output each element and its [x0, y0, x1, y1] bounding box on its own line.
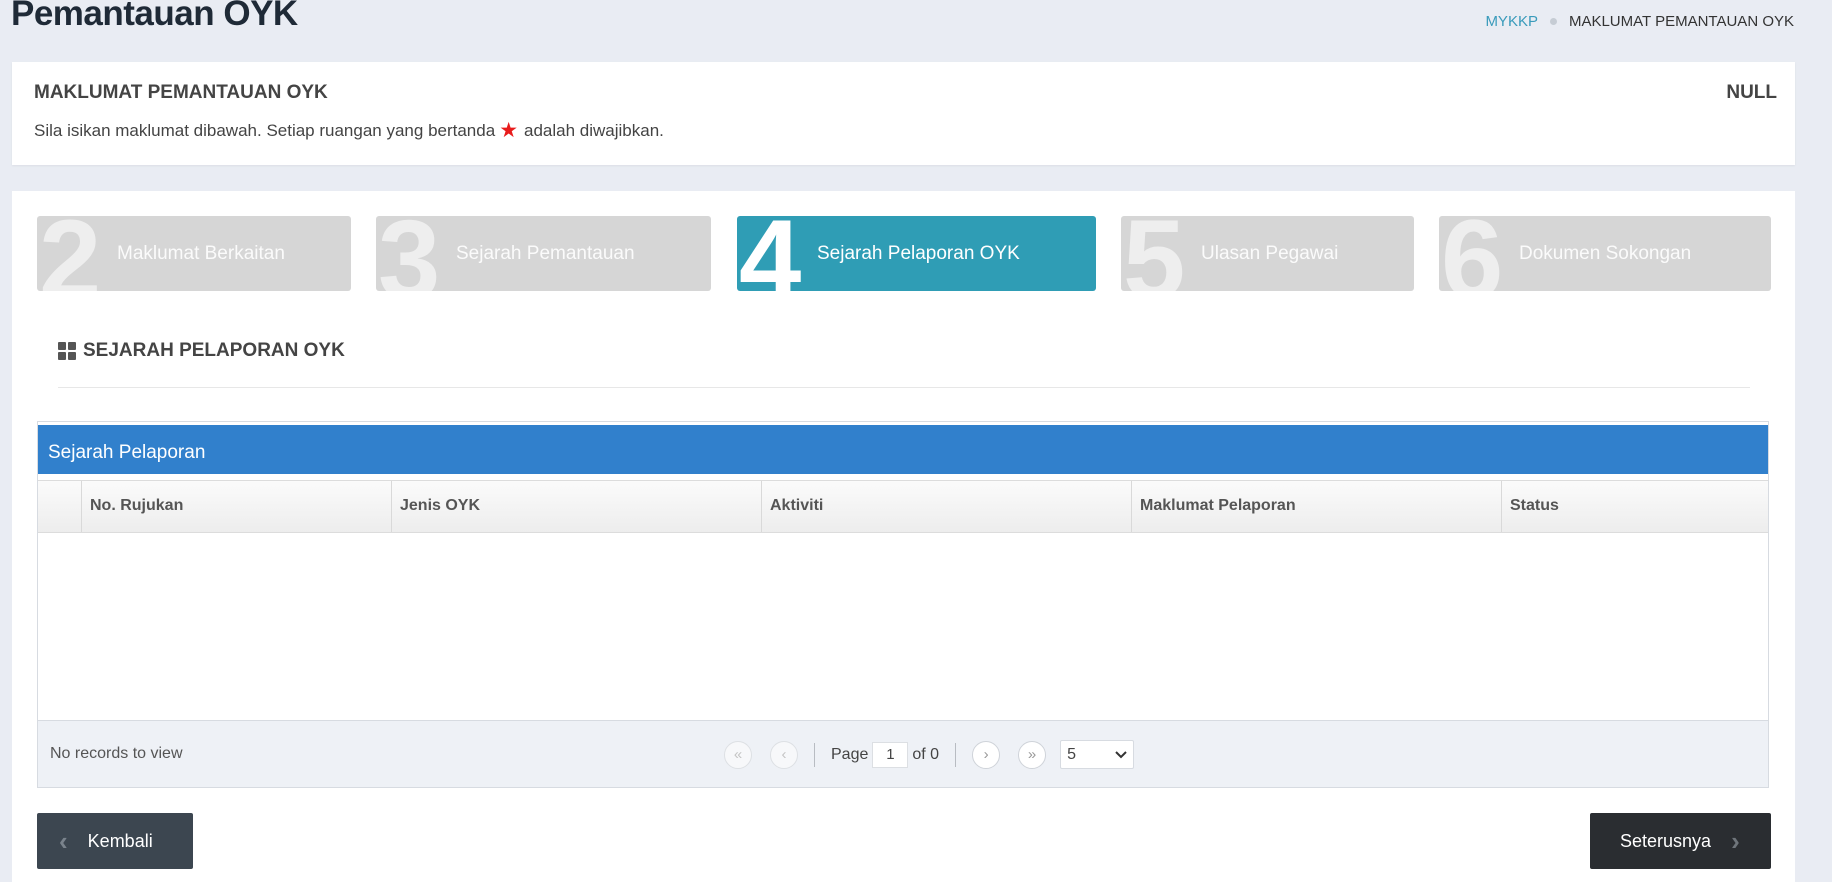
prev-page-icon[interactable]: ‹ — [770, 740, 798, 769]
column-header-aktiviti[interactable]: Aktiviti — [762, 481, 1132, 532]
step-maklumat-berkaitan[interactable]: 2 Maklumat Berkaitan — [37, 216, 351, 291]
pager: « ‹ Page of 0 › » 5 — [724, 739, 1135, 770]
info-description-text: Sila isikan maklumat dibawah. Setiap rua… — [34, 120, 496, 140]
step-number: 2 — [39, 216, 102, 291]
breadcrumb-home-link[interactable]: MYKKP — [1485, 13, 1538, 30]
grid-icon — [58, 342, 76, 360]
grid-caption: Sejarah Pelaporan — [38, 425, 1768, 474]
page-number-input[interactable] — [872, 741, 909, 768]
info-card: MAKLUMAT PEMANTAUAN OYK NULL Sila isikan… — [12, 62, 1795, 165]
records-info: No records to view — [50, 745, 183, 762]
step-number: 4 — [739, 216, 802, 291]
step-label: Sejarah Pemantauan — [456, 243, 635, 264]
step-number: 5 — [1123, 216, 1186, 291]
page-total-label: of 0 — [912, 745, 940, 763]
back-button[interactable]: ‹ Kembali — [37, 813, 193, 869]
report-history-grid: Sejarah Pelaporan No. Rujukan Jenis OYK … — [37, 421, 1769, 788]
page-size-value: 5 — [1067, 745, 1076, 763]
next-button-label: Seterusnya — [1620, 830, 1712, 851]
breadcrumb: MYKKP MAKLUMAT PEMANTAUAN OYK — [1485, 13, 1794, 30]
page-title: Pemantauan OYK — [11, 0, 298, 33]
breadcrumb-current: MAKLUMAT PEMANTAUAN OYK — [1568, 13, 1794, 30]
first-page-icon[interactable]: « — [724, 740, 752, 769]
last-page-icon[interactable]: » — [1018, 740, 1047, 769]
page-size-select[interactable]: 5 — [1060, 740, 1135, 769]
required-star-icon: ★ — [499, 119, 519, 142]
step-label: Ulasan Pegawai — [1201, 243, 1339, 264]
grid-header: No. Rujukan Jenis OYK Aktiviti Maklumat … — [38, 480, 1768, 533]
page-label: Page — [831, 745, 869, 763]
column-header-maklumat-pelaporan[interactable]: Maklumat Pelaporan — [1132, 481, 1502, 532]
step-dokumen-sokongan[interactable]: 6 Dokumen Sokongan — [1439, 216, 1771, 291]
info-description-suffix: adalah diwajibkan. — [524, 120, 664, 140]
pager-separator — [814, 742, 815, 767]
chevron-left-icon: ‹ — [59, 825, 68, 856]
chevron-right-icon: › — [1731, 825, 1740, 856]
step-label: Dokumen Sokongan — [1519, 243, 1692, 264]
pager-separator — [955, 742, 957, 767]
info-status: NULL — [1726, 82, 1777, 103]
column-header-status[interactable]: Status — [1502, 481, 1768, 532]
step-label: Sejarah Pelaporan OYK — [817, 243, 1020, 264]
step-sejarah-pelaporan-oyk[interactable]: 4 Sejarah Pelaporan OYK — [737, 216, 1096, 291]
info-title: MAKLUMAT PEMANTAUAN OYK — [34, 82, 328, 103]
info-description: Sila isikan maklumat dibawah. Setiap rua… — [34, 120, 664, 141]
column-header-jenis-oyk[interactable]: Jenis OYK — [392, 481, 762, 532]
step-number: 6 — [1441, 216, 1504, 291]
back-button-label: Kembali — [87, 830, 153, 851]
step-ulasan-pegawai[interactable]: 5 Ulasan Pegawai — [1121, 216, 1414, 291]
step-number: 3 — [378, 216, 441, 291]
breadcrumb-separator — [1549, 18, 1557, 25]
grid-body — [38, 533, 1768, 720]
chevron-down-icon — [1115, 750, 1127, 758]
section-divider — [58, 387, 1750, 388]
next-page-icon[interactable]: › — [972, 740, 1001, 769]
grid-footer: No records to view « ‹ Page of 0 › » 5 — [38, 720, 1768, 787]
section-title: SEJARAH PELAPORAN OYK — [83, 340, 345, 361]
step-label: Maklumat Berkaitan — [117, 243, 285, 264]
next-button[interactable]: Seterusnya › — [1590, 813, 1771, 869]
step-sejarah-pemantauan[interactable]: 3 Sejarah Pemantauan — [376, 216, 711, 291]
column-header-no-rujukan[interactable]: No. Rujukan — [82, 481, 392, 532]
section-heading: SEJARAH PELAPORAN OYK — [58, 340, 345, 362]
column-header-select[interactable] — [38, 481, 82, 532]
